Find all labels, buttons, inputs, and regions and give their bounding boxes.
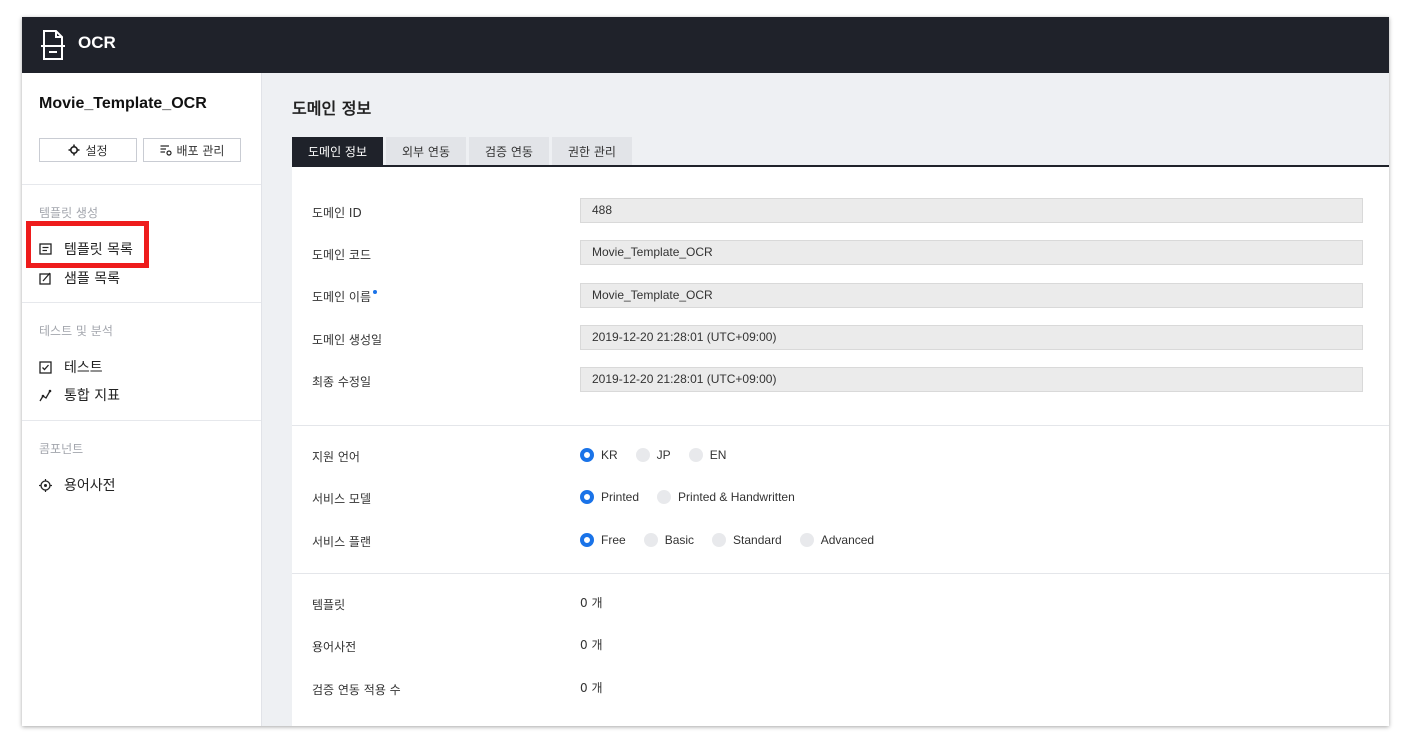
document-icon [41, 30, 65, 60]
radio-label: KR [601, 448, 618, 462]
field-label-domain-name: 도메인 이름 [312, 288, 378, 305]
sidebar-divider [22, 302, 261, 303]
settings-button[interactable]: 설정 [39, 138, 137, 162]
tab-permission-management[interactable]: 권한 관리 [551, 137, 632, 165]
deploy-settings-icon [160, 145, 172, 156]
option-label-service-plan: 서비스 플랜 [312, 535, 372, 549]
radio-kr[interactable]: KR [580, 448, 618, 462]
radio-button[interactable] [688, 448, 703, 462]
radio-printed-handwritten[interactable]: Printed & Handwritten [657, 490, 795, 504]
sidebar-item-label: 테스트 [64, 360, 103, 376]
app-title: OCR [78, 33, 116, 52]
sidebar-item-label: 샘플 목록 [64, 271, 120, 287]
sidebar-item-label: 용어사전 [64, 478, 116, 494]
main-content: 도메인 정보 도메인 정보 외부 연동 검증 연동 권한 관리 도메인 ID 4… [262, 73, 1389, 726]
chart-icon [39, 389, 52, 401]
tab-verification-integration[interactable]: 검증 연동 [469, 137, 549, 165]
radio-button[interactable] [580, 533, 594, 547]
field-label-modified-date: 최종 수정일 [312, 375, 372, 389]
domain-info-panel: 도메인 ID 488 도메인 코드 Movie_Template_OCR 도메인… [292, 167, 1389, 726]
count-value-template: 0 개 [580, 596, 603, 610]
sidebar-item-metrics[interactable]: 통합 지표 [39, 385, 120, 405]
sidebar-item-test[interactable]: 테스트 [39, 357, 103, 377]
sidebar-item-dictionary[interactable]: 용어사전 [39, 475, 116, 495]
modified-date-field: 2019-12-20 21:28:01 (UTC+09:00) [580, 367, 1363, 392]
radio-label: Printed [601, 490, 640, 504]
field-label-domain-code: 도메인 코드 [312, 248, 372, 262]
option-label-service-model: 서비스 모델 [312, 492, 372, 506]
deploy-label: 배포 관리 [176, 143, 225, 158]
radio-label: Standard [733, 533, 782, 547]
radio-label: JP [656, 448, 671, 462]
tab-domain-info[interactable]: 도메인 정보 [292, 137, 384, 165]
domain-id-field: 488 [580, 198, 1363, 223]
deploy-management-button[interactable]: 배포 관리 [143, 138, 241, 162]
domain-code-field: Movie_Template_OCR [580, 240, 1363, 265]
highlight-box [26, 221, 149, 268]
section-title-test: 테스트 및 분석 [39, 324, 113, 338]
option-label-language: 지원 언어 [312, 450, 360, 464]
sidebar: Movie_Template_OCR 설정 배포 관리 템플릿 생성 템플릿 목… [22, 73, 262, 726]
service-model-radio-group: Printed Printed & Handwritten [580, 490, 795, 504]
domain-name-field: Movie_Template_OCR [580, 283, 1363, 308]
sidebar-item-label: 통합 지표 [64, 388, 120, 404]
section-divider [292, 425, 1389, 426]
settings-label: 설정 [85, 143, 108, 158]
radio-advanced[interactable]: Advanced [799, 533, 875, 547]
tab-bar: 도메인 정보 외부 연동 검증 연동 권한 관리 [292, 137, 632, 165]
count-label-verification: 검증 연동 적용 수 [312, 683, 401, 697]
check-icon [39, 360, 52, 374]
radio-button[interactable] [635, 448, 650, 462]
top-bar: OCR [22, 17, 1389, 73]
sidebar-divider [22, 184, 261, 185]
app-window: OCR Movie_Template_OCR 설정 배포 관리 템플릿 생성 템… [22, 17, 1389, 726]
radio-button[interactable] [643, 533, 658, 547]
page-title: 도메인 정보 [292, 99, 372, 118]
section-title-component: 콤포넌트 [39, 442, 84, 456]
service-plan-radio-group: Free Basic Standard Advanced [580, 533, 874, 547]
domain-name: Movie_Template_OCR [39, 95, 207, 112]
section-divider [292, 573, 1389, 574]
radio-button[interactable] [712, 533, 727, 547]
target-icon [39, 478, 52, 492]
radio-label: Advanced [820, 533, 875, 547]
field-label-domain-id: 도메인 ID [312, 206, 362, 220]
radio-label: Printed & Handwritten [678, 490, 795, 504]
radio-standard[interactable]: Standard [712, 533, 782, 547]
required-dot [373, 290, 378, 294]
tab-external-integration[interactable]: 외부 연동 [386, 137, 466, 165]
count-label-template: 템플릿 [312, 598, 346, 612]
radio-button[interactable] [580, 490, 594, 504]
radio-free[interactable]: Free [580, 533, 626, 547]
radio-jp[interactable]: JP [635, 448, 671, 462]
radio-button[interactable] [657, 490, 672, 504]
sidebar-divider [22, 420, 261, 421]
radio-basic[interactable]: Basic [643, 533, 695, 547]
radio-label: Basic [664, 533, 695, 547]
radio-button[interactable] [799, 533, 814, 547]
sidebar-item-sample-list[interactable]: 샘플 목록 [39, 268, 120, 288]
edit-icon [39, 272, 51, 285]
count-label-dictionary: 용어사전 [312, 640, 357, 654]
section-title-template: 템플릿 생성 [39, 206, 99, 220]
language-radio-group: KR JP EN [580, 448, 726, 462]
radio-button[interactable] [580, 448, 594, 462]
count-value-dictionary: 0 개 [580, 638, 603, 652]
radio-label: EN [709, 448, 727, 462]
field-label-text: 도메인 이름 [312, 290, 372, 304]
radio-en[interactable]: EN [688, 448, 727, 462]
radio-label: Free [601, 533, 626, 547]
field-label-created-date: 도메인 생성일 [312, 333, 383, 347]
count-value-verification: 0 개 [580, 681, 603, 695]
created-date-field: 2019-12-20 21:28:01 (UTC+09:00) [580, 325, 1363, 350]
radio-printed[interactable]: Printed [580, 490, 639, 504]
gear-icon [68, 144, 80, 156]
